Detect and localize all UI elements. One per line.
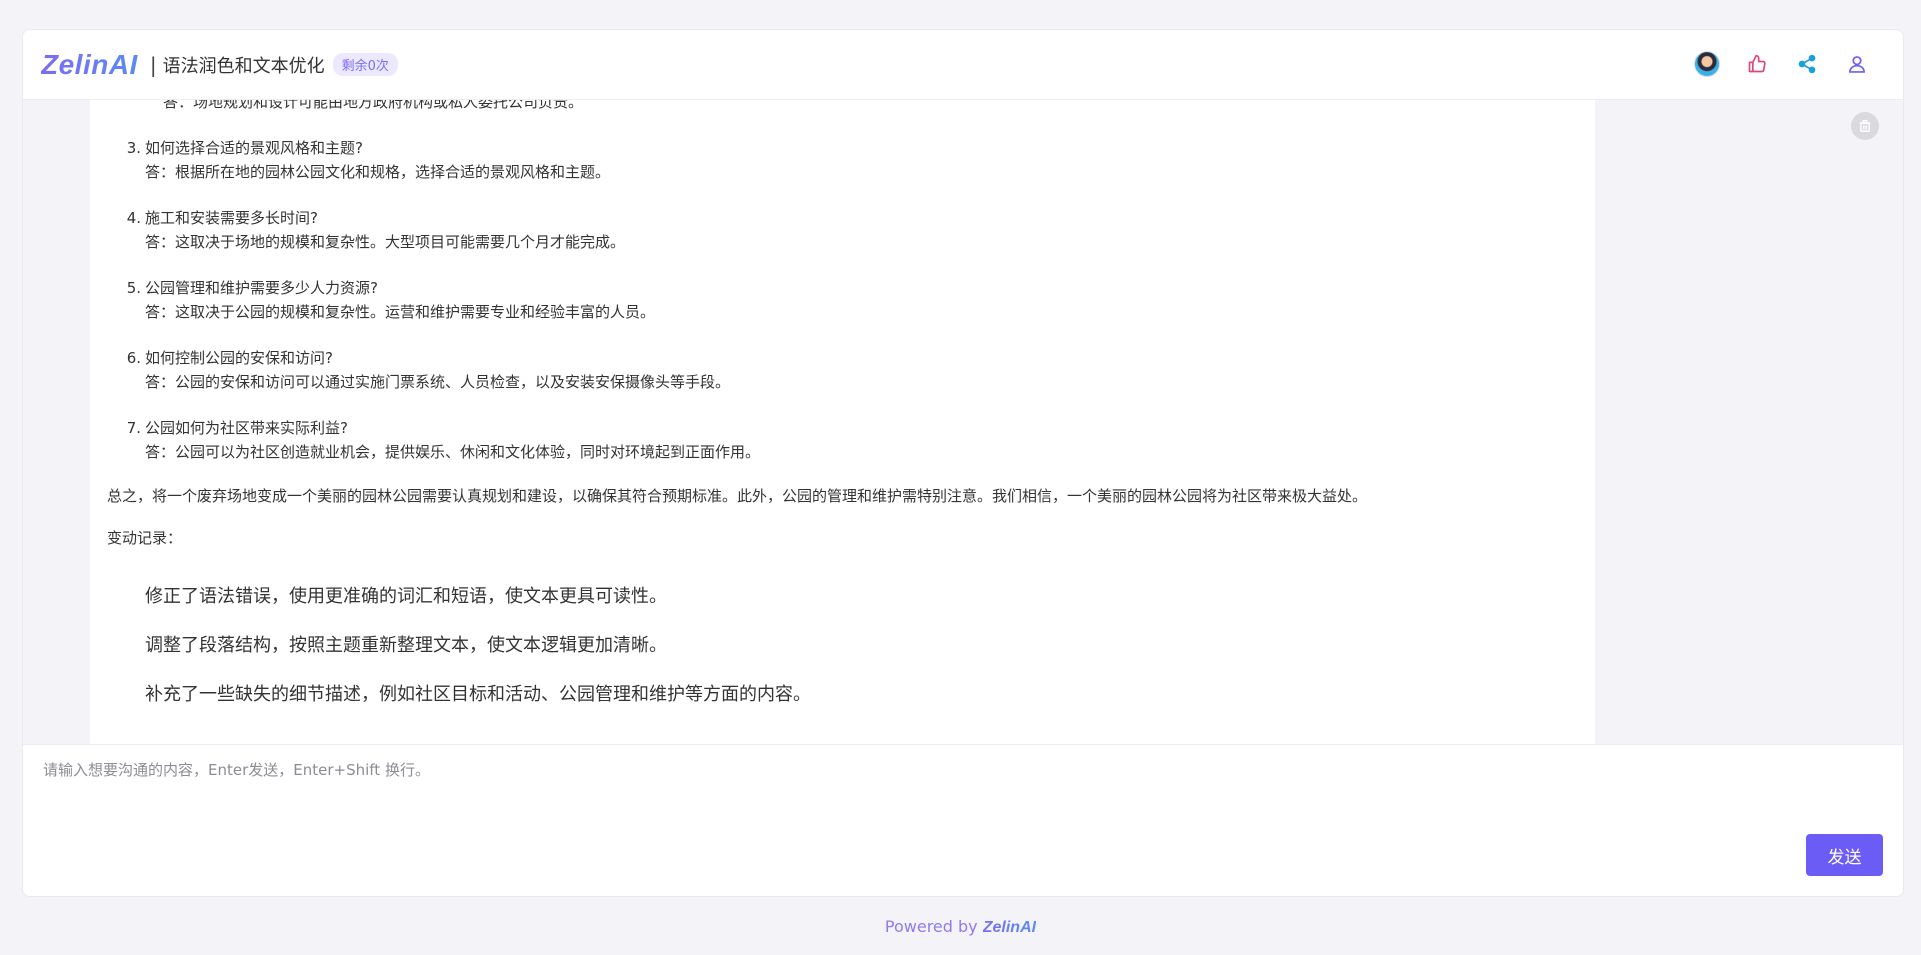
faq-answer: 答：公园的安保和访问可以通过实施门票系统、人员检查，以及安装安保摄像头等手段。 [145,373,731,391]
input-area: 发送 [23,744,1903,896]
share-button[interactable] [1793,50,1821,78]
faq-number: 4. [126,209,141,227]
faq-item: 6. 如何控制公园的安保和访问? 答：公园的安保和访问可以通过实施门票系统、人员检… [127,346,1575,394]
avatar-icon [1694,51,1720,77]
faq-list: 3. 如何选择合适的景观风格和主题? 答：根据所在地的园林公园文化和规格，选择合适… [127,136,1575,464]
header-separator: | [149,52,157,77]
message-content: 答：场地规划和设计可能由地方政府机构或私人委托公司负责。 3. 如何选择合适的景观… [107,100,1575,731]
change-item: 修正了语法错误，使用更准确的词汇和短语，使文本更具可读性。 [145,586,667,607]
remaining-badge: 剩余0次 [332,53,398,76]
faq-item: 4. 施工和安装需要多长时间? 答：这取决于场地的规模和复杂性。大型项目可能需要几… [127,206,1575,254]
faq-answer: 答：公园可以为社区创造就业机会，提供娱乐、休闲和文化体验，同时对环境起到正面作用… [145,443,761,461]
clear-chat-button[interactable] [1851,112,1879,140]
header-actions [1693,50,1871,78]
trash-icon [1859,120,1871,132]
changes-label: 变动记录： [107,529,183,547]
chat-input[interactable] [43,759,1743,839]
logo[interactable]: ZelinAI [41,49,138,81]
faq-question: 施工和安装需要多长时间? [145,209,318,227]
assistant-message: 答：场地规划和设计可能由地方政府机构或私人委托公司负责。 3. 如何选择合适的景观… [90,100,1595,744]
faq-item: 7. 公园如何为社区带来实际利益? 答：公园可以为社区创造就业机会，提供娱乐、休闲… [127,416,1575,464]
change-item: 补充了一些缺失的细节描述，例如社区目标和活动、公园管理和维护等方面的内容。 [145,684,811,705]
faq-answer: 答：这取决于公园的规模和复杂性。运营和维护需要专业和经验丰富的人员。 [145,303,656,321]
footer: Powered by ZelinAI [0,917,1921,937]
faq-answer: 答：根据所在地的园林公园文化和规格，选择合适的景观风格和主题。 [145,163,611,181]
share-icon [1798,54,1816,74]
faq-answer: 答：这取决于场地的规模和复杂性。大型项目可能需要几个月才能完成。 [145,233,626,251]
user-button[interactable] [1843,50,1871,78]
change-item: 调整了段落结构，按照主题重新整理文本，使文本逻辑更加清晰。 [145,635,667,656]
user-icon [1849,56,1865,73]
page-title: 语法润色和文本优化 [162,55,325,77]
faq-question: 如何控制公园的安保和访问? [145,349,333,367]
faq-question: 如何选择合适的景观风格和主题? [145,139,363,157]
changes-list: 修正了语法错误，使用更准确的词汇和短语，使文本更具可读性。 调整了段落结构，按照… [145,584,1575,708]
like-button[interactable] [1743,50,1771,78]
summary-paragraph: 总之，将一个废弃场地变成一个美丽的园林公园需要认真规划和建设，以确保其符合预期标… [107,487,1368,505]
faq-item: 3. 如何选择合适的景观风格和主题? 答：根据所在地的园林公园文化和规格，选择合适… [127,136,1575,184]
footer-prefix: Powered by [884,917,983,936]
cut-off-line: 答：场地规划和设计可能由地方政府机构或私人委托公司负责。 [163,100,584,111]
app-card: ZelinAI | 语法润色和文本优化 剩余0次 答：场地规划和设计可能由地方政… [22,29,1904,897]
avatar-button[interactable] [1693,50,1721,78]
faq-question: 公园管理和维护需要多少人力资源? [145,279,378,297]
faq-number: 7. [126,419,141,437]
chat-area[interactable]: 答：场地规划和设计可能由地方政府机构或私人委托公司负责。 3. 如何选择合适的景观… [23,100,1903,744]
thumbs-up-icon [1748,54,1766,73]
faq-question: 公园如何为社区带来实际利益? [145,419,348,437]
faq-number: 6. [126,349,141,367]
header: ZelinAI | 语法润色和文本优化 剩余0次 [23,30,1903,100]
send-button[interactable]: 发送 [1806,834,1883,876]
faq-number: 5. [126,279,141,297]
footer-brand[interactable]: ZelinAI [983,919,1036,936]
faq-item: 5. 公园管理和维护需要多少人力资源? 答：这取决于公园的规模和复杂性。运营和维护… [127,276,1575,324]
faq-number: 3. [126,139,141,157]
